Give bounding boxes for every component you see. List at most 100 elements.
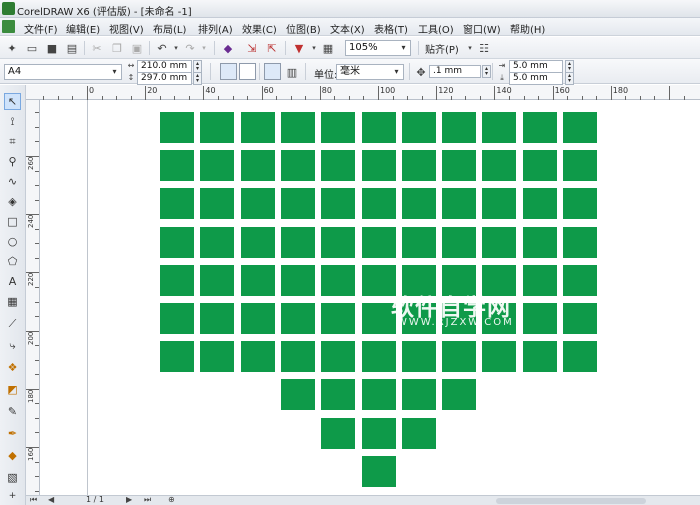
green-square[interactable]: [160, 341, 194, 373]
rectangle-tool-icon[interactable]: □: [4, 213, 21, 230]
green-square[interactable]: [522, 150, 557, 182]
green-square[interactable]: [482, 341, 517, 373]
green-square[interactable]: [442, 112, 477, 143]
import-icon[interactable]: ⇲: [244, 40, 260, 56]
zoom-level-combo[interactable]: 105% ▾: [345, 40, 411, 56]
ellipse-tool-icon[interactable]: ○: [4, 233, 21, 250]
green-square[interactable]: [522, 112, 557, 143]
green-square[interactable]: [200, 303, 235, 334]
green-square[interactable]: [321, 417, 356, 449]
shape-tool-icon[interactable]: ⟟: [4, 113, 21, 130]
green-square[interactable]: [522, 303, 557, 334]
green-square[interactable]: [401, 188, 436, 220]
green-square[interactable]: [563, 226, 597, 258]
green-square[interactable]: [240, 226, 275, 258]
green-square[interactable]: [321, 188, 356, 220]
green-square[interactable]: [240, 112, 275, 143]
green-square[interactable]: [280, 379, 315, 411]
copy-icon[interactable]: ❐: [109, 40, 125, 56]
menu-table[interactable]: 表格(T): [374, 21, 408, 36]
portrait-orientation-button[interactable]: [220, 63, 237, 80]
green-square[interactable]: [361, 150, 396, 182]
drawing-canvas[interactable]: 软件自学网 WWW.RJZXW.COM: [40, 100, 700, 495]
search-content-icon[interactable]: ◆: [220, 40, 236, 56]
green-square[interactable]: [482, 112, 517, 143]
menu-file[interactable]: 文件(F): [24, 21, 58, 36]
current-page-icon[interactable]: ▥: [284, 64, 300, 80]
duplicate-distance-y-field[interactable]: 5.0 mm: [509, 72, 563, 85]
green-square[interactable]: [442, 188, 477, 220]
green-square[interactable]: [160, 264, 194, 296]
green-square[interactable]: [482, 188, 517, 220]
green-square[interactable]: [200, 341, 235, 373]
green-square[interactable]: [522, 341, 557, 373]
green-square[interactable]: [401, 112, 436, 143]
snap-to-menu[interactable]: 贴齐(P): [425, 41, 459, 56]
menu-window[interactable]: 窗口(W): [463, 21, 501, 36]
green-square[interactable]: [361, 455, 396, 487]
print-icon[interactable]: ▤: [64, 40, 80, 56]
green-square[interactable]: [361, 226, 396, 258]
options-icon[interactable]: ☷: [476, 40, 492, 56]
green-square[interactable]: [401, 417, 436, 449]
green-square[interactable]: [240, 188, 275, 220]
green-square[interactable]: [401, 226, 436, 258]
green-square[interactable]: [482, 226, 517, 258]
table-tool-icon[interactable]: ▦: [4, 293, 21, 310]
green-square[interactable]: [321, 379, 356, 411]
menu-layout[interactable]: 布局(L): [153, 21, 186, 36]
menu-edit[interactable]: 编辑(E): [66, 21, 100, 36]
menu-view[interactable]: 视图(V): [109, 21, 144, 36]
interactive-fill-tool-icon[interactable]: ▧: [4, 469, 21, 486]
units-combo[interactable]: 毫米 ▾: [336, 64, 404, 80]
blend-tool-icon[interactable]: ❖: [4, 359, 21, 376]
document-menu-icon[interactable]: [2, 20, 15, 33]
green-square[interactable]: [280, 303, 315, 334]
green-square[interactable]: [160, 226, 194, 258]
green-square[interactable]: [200, 188, 235, 220]
green-square[interactable]: [240, 264, 275, 296]
text-tool-icon[interactable]: A: [4, 273, 21, 290]
zoom-tool-icon[interactable]: ⚲: [4, 153, 21, 170]
menu-help[interactable]: 帮助(H): [510, 21, 545, 36]
first-page-icon[interactable]: ⏮: [30, 495, 37, 505]
green-square[interactable]: [563, 264, 597, 296]
green-square[interactable]: [321, 264, 356, 296]
chevron-down-icon[interactable]: ▾: [391, 66, 402, 78]
green-square[interactable]: [563, 150, 597, 182]
welcome-screen-icon[interactable]: ▦: [320, 40, 336, 56]
green-square[interactable]: [200, 112, 235, 143]
green-square[interactable]: [160, 303, 194, 334]
freehand-tool-icon[interactable]: ∿: [4, 173, 21, 190]
green-square[interactable]: [361, 341, 396, 373]
menu-tools[interactable]: 工具(O): [418, 21, 454, 36]
green-square[interactable]: [160, 112, 194, 143]
chevron-down-icon[interactable]: ▾: [398, 42, 409, 54]
green-square[interactable]: [160, 150, 194, 182]
horizontal-ruler[interactable]: 0 20 40 60 80 100 120 140 160 180: [26, 85, 700, 100]
green-square[interactable]: [280, 150, 315, 182]
polygon-tool-icon[interactable]: ⬠: [4, 253, 21, 270]
green-square[interactable]: [280, 226, 315, 258]
green-square[interactable]: [361, 379, 396, 411]
green-square[interactable]: [563, 341, 597, 373]
all-pages-button[interactable]: [264, 63, 281, 80]
outline-pen-icon[interactable]: ✒: [4, 425, 21, 442]
page-height-field[interactable]: 297.0 mm: [137, 72, 192, 85]
export-icon[interactable]: ⇱: [264, 40, 280, 56]
green-square[interactable]: [361, 417, 396, 449]
green-square[interactable]: [200, 264, 235, 296]
green-square[interactable]: [200, 150, 235, 182]
application-launcher-icon[interactable]: ▼: [291, 40, 307, 56]
green-square[interactable]: [442, 341, 477, 373]
green-square[interactable]: [280, 264, 315, 296]
green-square[interactable]: [240, 341, 275, 373]
green-square[interactable]: [280, 341, 315, 373]
previous-page-icon[interactable]: ◀: [48, 495, 54, 504]
transparency-tool-icon[interactable]: ◩: [4, 381, 21, 398]
green-square[interactable]: [361, 188, 396, 220]
paper-type-combo[interactable]: A4 ▾: [4, 64, 122, 80]
paste-icon[interactable]: ▣: [129, 40, 145, 56]
vertical-ruler[interactable]: 260240220200180160140: [26, 100, 40, 495]
redo-dropdown-icon[interactable]: ▾: [196, 40, 212, 56]
